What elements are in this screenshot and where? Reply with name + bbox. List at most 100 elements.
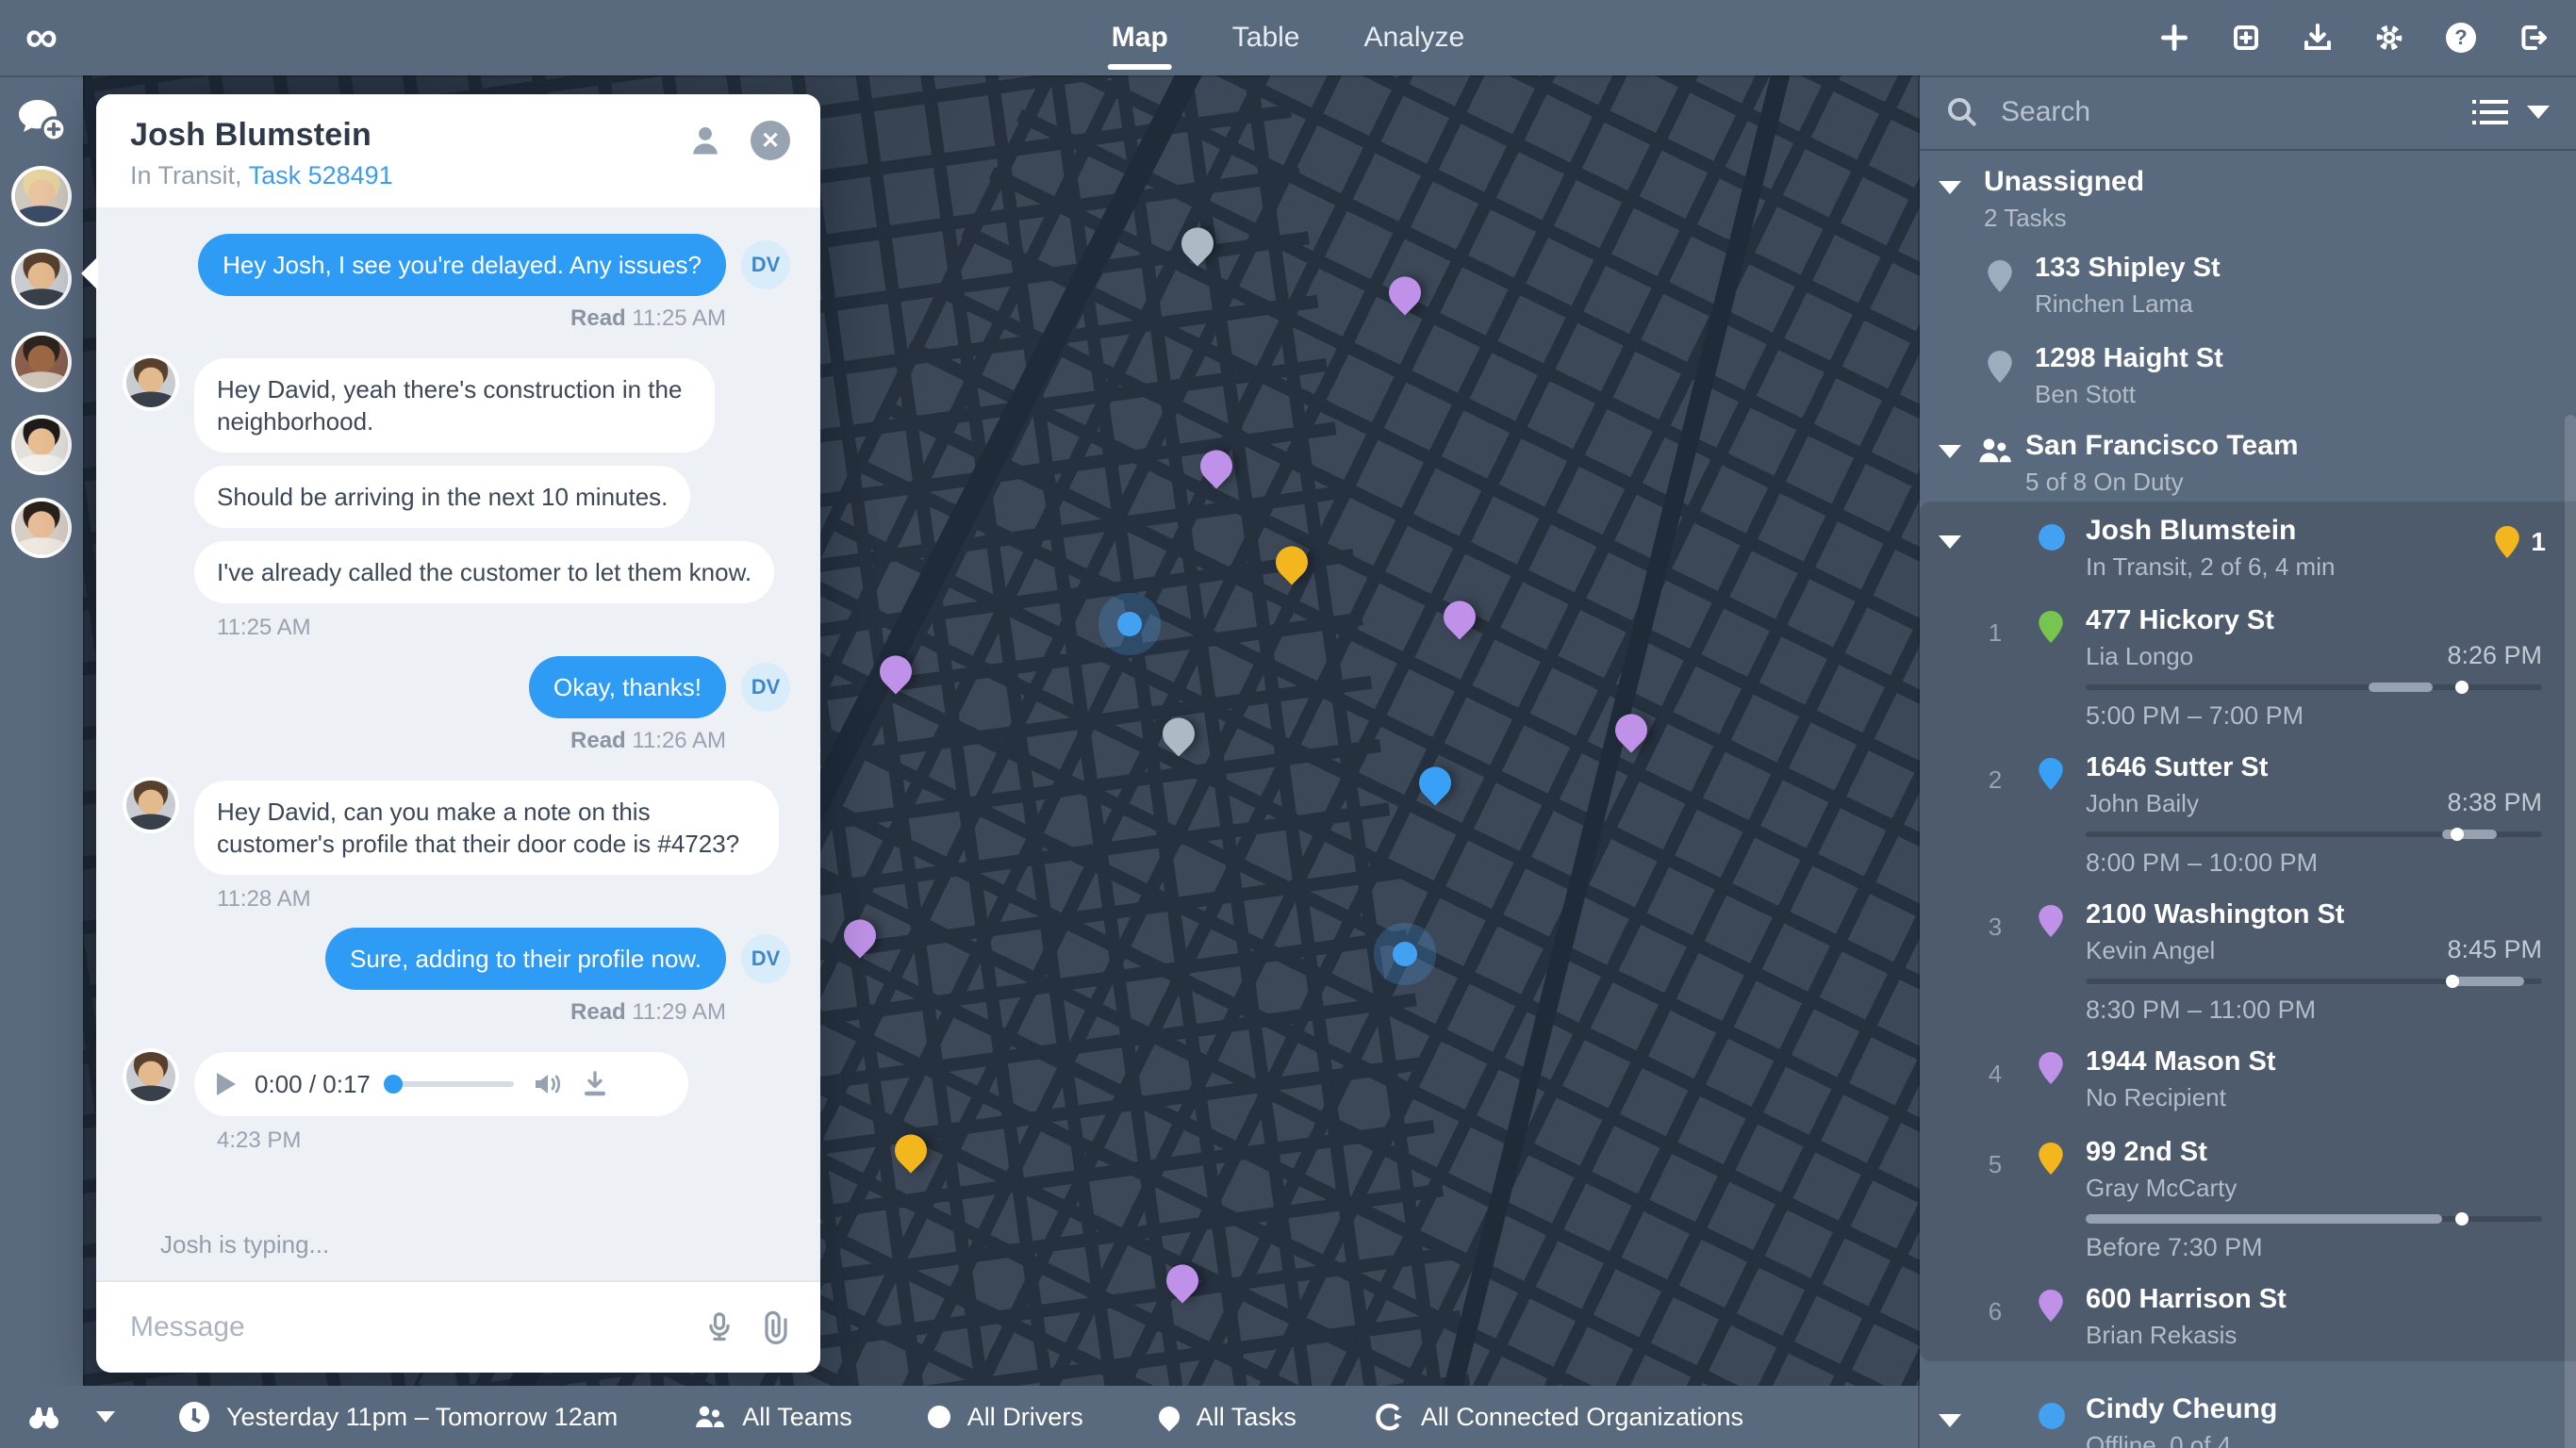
logout-icon[interactable]: [2516, 21, 2550, 55]
conversation-avatar[interactable]: [15, 336, 68, 388]
green-pin-icon: [2039, 611, 2063, 643]
message-bubble: I've already called the customer to let …: [194, 541, 774, 603]
map-driver-location-dot[interactable]: [1393, 942, 1417, 966]
search-icon: [1946, 96, 1978, 128]
top-bar: ∞ Map Table Analyze ?: [0, 0, 2576, 75]
attachment-icon[interactable]: [762, 1310, 790, 1344]
profile-icon[interactable]: [686, 122, 724, 159]
purple-pin-icon: [2039, 1052, 2063, 1084]
close-icon[interactable]: ✕: [751, 121, 790, 160]
gray-pin-icon: [1988, 260, 2012, 292]
message-bubble: Sure, adding to their profile now.: [325, 928, 726, 990]
message-compose-row: [96, 1280, 820, 1373]
clock-icon: [179, 1402, 209, 1432]
message-sent: Hey Josh, I see you're delayed. Any issu…: [126, 234, 790, 296]
conversation-avatar[interactable]: [15, 419, 68, 471]
chat-panel-pointer: [81, 256, 98, 290]
teams-filter[interactable]: All Teams: [693, 1403, 852, 1432]
conversation-avatar-active[interactable]: [15, 253, 68, 305]
unassigned-task-row[interactable]: 133 Shipley St Rinchen Lama: [1920, 238, 2576, 328]
conversation-avatar[interactable]: [15, 170, 68, 222]
collapse-icon[interactable]: [1939, 445, 1961, 458]
task-row[interactable]: 3 2100 Washington St Kevin Angel 8:45 PM…: [1920, 886, 2576, 1033]
collapse-icon[interactable]: [1939, 181, 1961, 194]
task-list: Unassigned 2 Tasks 133 Shipley St Rinche…: [1920, 151, 2576, 1448]
gray-pin-icon: [1988, 351, 2012, 383]
tasks-filter[interactable]: All Tasks: [1159, 1403, 1296, 1432]
settings-gear-icon[interactable]: [2372, 21, 2406, 55]
tab-analyze[interactable]: Analyze: [1363, 0, 1464, 75]
task-row[interactable]: 2 1646 Sutter St John Baily 8:38 PM 8:00…: [1920, 739, 2576, 886]
chat-panel: Josh Blumstein In Transit, Task 528491 ✕…: [96, 94, 820, 1373]
read-receipt: Read 11:25 AM: [126, 305, 790, 332]
download-icon[interactable]: [582, 1070, 608, 1098]
time-window-slider: [2086, 831, 2542, 837]
time-window-slider: [2086, 979, 2542, 984]
dispatcher-avatar: DV: [741, 934, 790, 983]
driver-avatar: [126, 781, 175, 830]
volume-icon[interactable]: [533, 1071, 563, 1097]
teams-icon: [693, 1404, 725, 1430]
driver-status-dot: [2039, 524, 2065, 551]
tab-map[interactable]: Map: [1112, 0, 1168, 75]
driver-row-cindy[interactable]: Cindy Cheung Offline, 0 of 4: [1920, 1380, 2576, 1448]
collapse-icon[interactable]: [1939, 535, 1961, 549]
new-chat-icon[interactable]: [17, 98, 66, 140]
message-input[interactable]: [126, 1309, 677, 1345]
section-unassigned[interactable]: Unassigned 2 Tasks: [1920, 155, 2576, 238]
task-row[interactable]: 6 600 Harrison St Brian Rekasis: [1920, 1271, 2576, 1361]
map-driver-location-dot[interactable]: [1117, 612, 1142, 636]
task-row[interactable]: 1 477 Hickory St Lia Longo 8:26 PM 5:00 …: [1920, 592, 2576, 739]
typing-indicator: Josh is typing...: [126, 1216, 790, 1273]
message-bubble: Hey Josh, I see you're delayed. Any issu…: [198, 234, 726, 296]
task-row[interactable]: 5 99 2nd St Gray McCarty Before 7:30 PM: [1920, 1124, 2576, 1271]
message-sent: Okay, thanks! DV: [126, 656, 790, 718]
conversation-avatar[interactable]: [15, 502, 68, 554]
conversation-rail: [0, 75, 83, 1386]
connected-orgs-icon: [1372, 1401, 1404, 1433]
message-list: Hey Josh, I see you're delayed. Any issu…: [96, 207, 820, 1280]
message-received-group: Hey David, can you make a note on this c…: [126, 781, 790, 875]
organizations-filter[interactable]: All Connected Organizations: [1372, 1401, 1743, 1433]
unassigned-task-row[interactable]: 1298 Haight St Ben Stott: [1920, 328, 2576, 419]
audio-message: 0:00 / 0:17: [126, 1052, 790, 1116]
dispatch-sidebar: Unassigned 2 Tasks 133 Shipley St Rinche…: [1920, 75, 2576, 1448]
add-task-icon[interactable]: [2157, 21, 2191, 55]
yellow-pin-icon: [2039, 1143, 2063, 1175]
import-tasks-icon[interactable]: [2229, 21, 2263, 55]
driver-row-josh[interactable]: Josh Blumstein In Transit, 2 of 6, 4 min…: [1920, 502, 2576, 592]
chat-header: Josh Blumstein In Transit, Task 528491 ✕: [96, 94, 820, 207]
time-window-slider: [2086, 684, 2542, 690]
list-view-icon[interactable]: [2472, 98, 2508, 126]
tab-table[interactable]: Table: [1232, 0, 1300, 75]
time-range-filter[interactable]: Yesterday 11pm – Tomorrow 12am: [179, 1402, 618, 1432]
read-receipt: Read 11:26 AM: [126, 728, 790, 754]
map-layers-control[interactable]: [26, 1402, 115, 1432]
microphone-icon[interactable]: [703, 1310, 735, 1344]
drivers-filter[interactable]: All Drivers: [928, 1403, 1083, 1432]
export-download-icon[interactable]: [2301, 21, 2335, 55]
message-received-group: Hey David, yeah there's construction in …: [126, 358, 790, 603]
audio-seek-slider[interactable]: [389, 1081, 514, 1087]
task-pin-icon: [1154, 1402, 1183, 1431]
search-input[interactable]: [1997, 94, 2453, 130]
collapse-icon[interactable]: [1939, 1414, 1961, 1427]
help-icon[interactable]: ?: [2444, 21, 2478, 55]
sort-dropdown-icon[interactable]: [2527, 106, 2550, 119]
sidebar-scrollbar[interactable]: [2565, 415, 2576, 1448]
purple-pin-icon: [2039, 1290, 2063, 1322]
driver-block-selected: Josh Blumstein In Transit, 2 of 6, 4 min…: [1920, 502, 2576, 1361]
audio-player: 0:00 / 0:17: [194, 1052, 688, 1116]
read-receipt: Read 11:29 AM: [126, 999, 790, 1026]
message-bubble: Hey David, can you make a note on this c…: [194, 781, 779, 875]
section-team[interactable]: San Francisco Team 5 of 8 On Duty: [1920, 419, 2576, 502]
chat-driver-status: In Transit, Task 528491: [130, 161, 786, 190]
task-link[interactable]: Task 528491: [249, 161, 393, 189]
onfleet-logo-icon[interactable]: ∞: [0, 0, 83, 75]
task-row[interactable]: 4 1944 Mason St No Recipient: [1920, 1033, 2576, 1124]
message-bubble: Hey David, yeah there's construction in …: [194, 358, 715, 452]
play-icon[interactable]: [217, 1073, 236, 1095]
sidebar-search-row: [1920, 75, 2576, 151]
app-window: ∞ Map Table Analyze ?: [0, 0, 2576, 1448]
view-tabs: Map Table Analyze: [1112, 0, 1464, 75]
